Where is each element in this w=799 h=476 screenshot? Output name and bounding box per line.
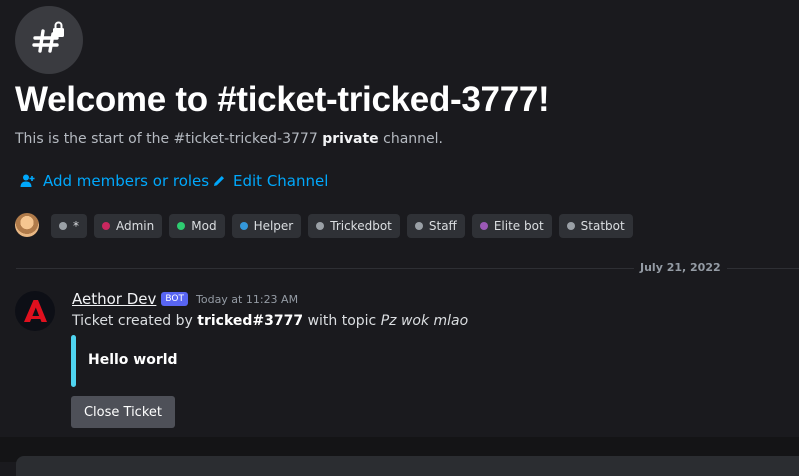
- date-divider-label: July 21, 2022: [634, 261, 727, 274]
- role-label: Admin: [116, 219, 155, 233]
- channel-description: This is the start of the #ticket-tricked…: [15, 131, 443, 147]
- role-color-dot: [239, 222, 248, 230]
- role-color-dot: [316, 222, 325, 230]
- message-text-middle: with topic: [303, 313, 381, 329]
- role-color-dot: [479, 222, 488, 230]
- role-color-dot: [177, 222, 186, 230]
- add-members-label: Add members or roles: [43, 172, 210, 190]
- hashtag-lock-icon: [15, 6, 83, 74]
- role-color-dot: [566, 222, 575, 230]
- role-color-dot: [102, 222, 110, 230]
- bot-avatar[interactable]: [15, 291, 55, 331]
- role-pill[interactable]: Trickedbot: [308, 214, 400, 238]
- role-label: Trickedbot: [330, 219, 392, 233]
- role-list: * Admin Mod Helper Trickedbot Staff Elit…: [51, 214, 633, 238]
- bot-badge: BOT: [161, 292, 188, 306]
- close-ticket-button[interactable]: Close Ticket: [71, 396, 175, 428]
- role-pill[interactable]: Helper: [231, 214, 302, 238]
- role-pill[interactable]: *: [51, 214, 87, 238]
- role-label: *: [73, 219, 79, 233]
- member-avatar[interactable]: [15, 213, 39, 237]
- add-member-icon: [20, 174, 35, 187]
- role-color-dot: [59, 222, 67, 230]
- embed-description: Hello world: [88, 352, 178, 368]
- role-label: Mod: [191, 219, 217, 233]
- role-pill[interactable]: Elite bot: [471, 214, 552, 238]
- add-members-link[interactable]: Add members or roles: [20, 172, 209, 190]
- pencil-icon: [214, 176, 224, 186]
- role-label: Helper: [253, 219, 294, 233]
- page-title: Welcome to #ticket-tricked-3777!: [15, 80, 550, 119]
- role-pill[interactable]: Statbot: [558, 214, 633, 238]
- role-pill[interactable]: Admin: [94, 214, 163, 238]
- message-header: Aethor Dev BOT Today at 11:23 AM: [72, 290, 298, 308]
- description-suffix: channel.: [378, 131, 443, 147]
- embed-accent-bar: [71, 335, 76, 387]
- role-label: Statbot: [580, 219, 625, 233]
- description-prefix: This is the start of the #ticket-tricked…: [15, 131, 323, 147]
- edit-channel-link[interactable]: Edit Channel: [212, 172, 328, 190]
- role-label: Elite bot: [493, 219, 544, 233]
- role-color-dot: [414, 222, 423, 230]
- message-topic: Pz wok mlao: [380, 313, 469, 329]
- message-composer[interactable]: [16, 456, 799, 476]
- edit-channel-label: Edit Channel: [233, 172, 329, 190]
- message-text-prefix: Ticket created by: [72, 313, 198, 329]
- message-content: Ticket created by tricked#3777 with topi…: [72, 313, 468, 329]
- message-timestamp: Today at 11:23 AM: [196, 292, 299, 306]
- description-private: private: [322, 131, 379, 147]
- role-pill[interactable]: Mod: [169, 214, 225, 238]
- message-user-mention: tricked#3777: [197, 313, 304, 329]
- message-author[interactable]: Aethor Dev: [72, 290, 156, 308]
- role-pill[interactable]: Staff: [406, 214, 465, 238]
- role-label: Staff: [428, 219, 457, 233]
- letter-a-logo-icon: [24, 300, 47, 322]
